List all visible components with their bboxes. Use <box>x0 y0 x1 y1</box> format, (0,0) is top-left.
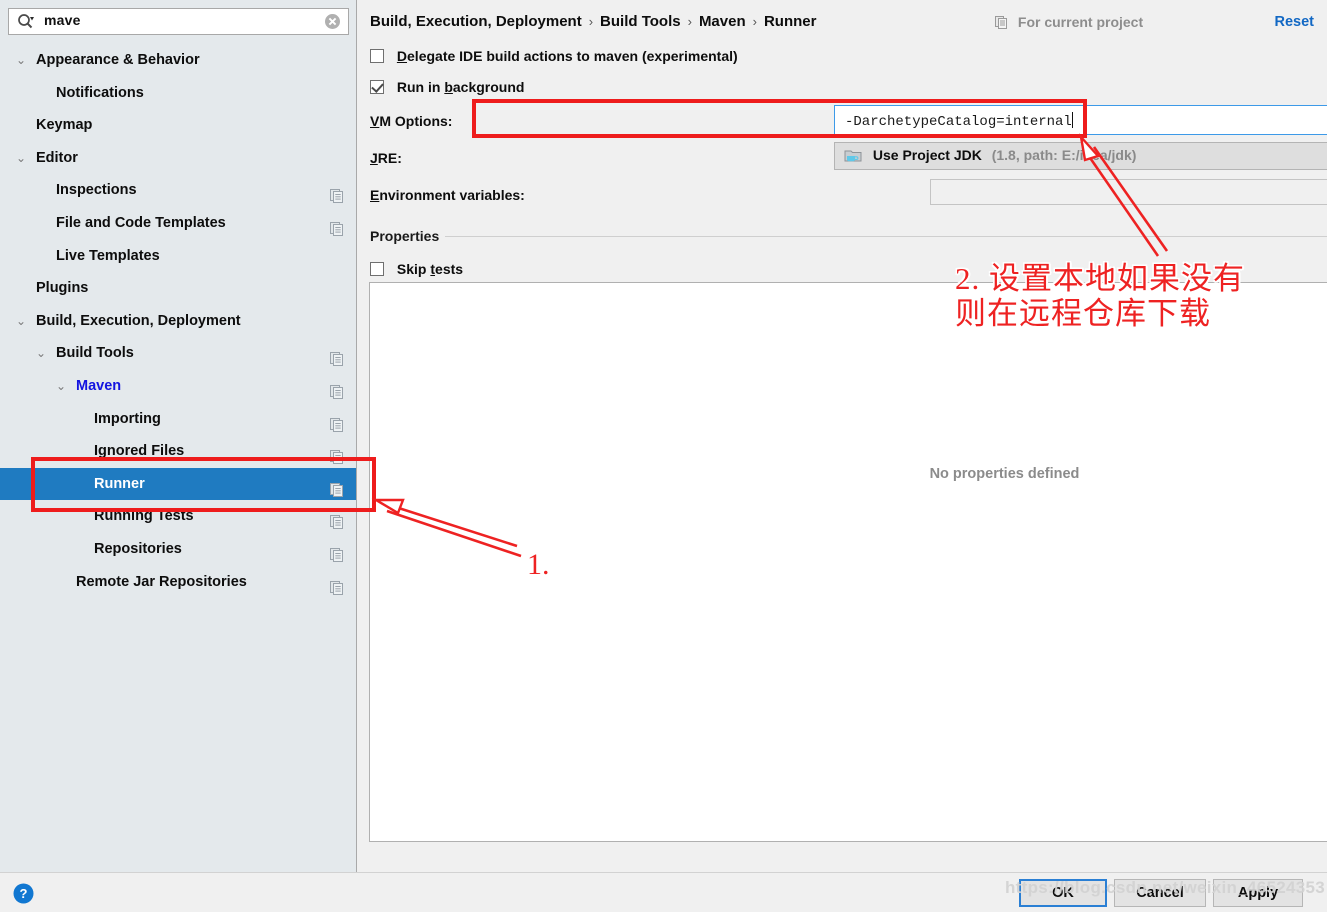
copy-icon[interactable] <box>330 509 344 530</box>
sidebar-item-file-and-code-templates[interactable]: File and Code Templates <box>0 207 356 240</box>
jre-value: Use Project JDK <box>872 147 982 163</box>
sidebar-item-label: Runner <box>94 475 145 492</box>
sidebar-item-plugins[interactable]: Plugins <box>0 272 356 305</box>
sidebar-item-label: Running Tests <box>94 508 194 525</box>
chevron-down-icon[interactable]: ⌄ <box>14 305 28 338</box>
breadcrumb-item[interactable]: Runner <box>764 13 817 30</box>
sidebar-item-importing[interactable]: Importing <box>0 403 356 436</box>
chevron-down-icon[interactable]: ⌄ <box>14 142 28 175</box>
settings-sidebar: mave ⌄ Appearance & Behavior Notifications… <box>0 0 357 872</box>
run-in-background-checkbox[interactable] <box>370 80 384 94</box>
settings-main-panel: Build, Execution, Deployment › Build Tools… <box>358 0 1327 872</box>
settings-tree[interactable]: ⌄ Appearance & Behavior Notifications Keyma… <box>0 44 356 598</box>
delegate-ide-build-checkbox[interactable] <box>370 49 384 63</box>
breadcrumb-item[interactable]: Maven <box>699 13 746 30</box>
copy-icon[interactable] <box>330 379 344 399</box>
breadcrumb-separator: › <box>687 14 692 29</box>
sidebar-item-label: Ignored Files <box>94 443 185 460</box>
skip-tests-checkbox[interactable] <box>370 262 384 276</box>
sidebar-item-ignored-files[interactable]: Ignored Files <box>0 435 356 468</box>
properties-section-title: Properties <box>370 228 440 244</box>
sidebar-item-label: Importing <box>94 410 161 427</box>
sidebar-item-maven[interactable]: ⌄ Maven <box>0 370 356 403</box>
copy-icon[interactable] <box>330 183 344 204</box>
copy-icon[interactable] <box>330 444 344 465</box>
breadcrumb-separator: › <box>752 14 757 29</box>
sidebar-item-label: Build Tools <box>56 345 134 362</box>
sidebar-item-running-tests[interactable]: Running Tests <box>0 500 356 533</box>
copy-icon[interactable] <box>330 412 344 432</box>
chevron-down-icon[interactable]: ⌄ <box>34 337 48 370</box>
svg-text:?: ? <box>20 886 28 901</box>
empty-properties-message: No properties defined <box>929 466 1080 482</box>
vm-options-label: VM Options: <box>370 113 453 129</box>
sidebar-item-label: Appearance & Behavior <box>36 52 200 68</box>
vm-options-value: -DarchetypeCatalog=internal <box>845 112 1073 130</box>
breadcrumb-item[interactable]: Build Tools <box>600 13 681 30</box>
sidebar-item-label: Live Templates <box>56 247 160 264</box>
sidebar-item-label: Inspections <box>56 182 137 199</box>
copy-icon[interactable] <box>330 346 344 367</box>
clear-icon[interactable] <box>324 13 341 30</box>
search-value: mave <box>44 12 81 28</box>
chevron-down-icon[interactable]: ⌄ <box>14 44 28 77</box>
run-in-background-checkbox-row[interactable]: Run in background <box>370 79 524 95</box>
sidebar-item-label: Notifications <box>56 84 144 101</box>
sidebar-item-build-execution-deployment[interactable]: ⌄ Build, Execution, Deployment <box>0 305 356 338</box>
scope-label: For current project <box>1017 14 1144 30</box>
sidebar-item-keymap[interactable]: Keymap <box>0 109 356 142</box>
sidebar-item-label: Editor <box>36 149 78 166</box>
sidebar-item-editor[interactable]: ⌄ Editor <box>0 142 356 175</box>
jre-detail: (1.8, path: E:/idea/jdk) <box>991 147 1137 163</box>
breadcrumb-item[interactable]: Build, Execution, Deployment <box>370 13 582 30</box>
sidebar-item-runner[interactable]: Runner <box>0 467 356 501</box>
skip-tests-label: Skip tests <box>396 261 464 277</box>
breadcrumb[interactable]: Build, Execution, Deployment › Build Tools… <box>370 13 816 30</box>
delegate-ide-build-checkbox-row[interactable]: Delegate IDE build actions to maven (exp… <box>370 48 738 64</box>
run-in-background-label: Run in background <box>396 79 525 95</box>
env-variables-input[interactable] <box>930 179 1327 205</box>
copy-icon <box>995 16 1008 32</box>
sidebar-item-notifications[interactable]: Notifications <box>0 77 356 110</box>
sidebar-item-appearance-behavior[interactable]: ⌄ Appearance & Behavior <box>0 44 356 77</box>
copy-icon[interactable] <box>330 216 344 236</box>
help-icon[interactable]: ? <box>13 883 34 904</box>
sidebar-item-label: File and Code Templates <box>56 214 226 231</box>
sidebar-item-label: Keymap <box>36 117 93 134</box>
jre-dropdown[interactable]: Use Project JDK (1.8, path: E:/idea/jdk) <box>834 142 1327 170</box>
sidebar-item-build-tools[interactable]: ⌄ Build Tools <box>0 337 356 370</box>
sidebar-item-label: Remote Jar Repositories <box>76 573 247 590</box>
chevron-down-icon[interactable]: ⌄ <box>54 370 68 403</box>
watermark: https://blog.csdn.net/weixin_46524353 <box>1005 878 1326 897</box>
reset-link[interactable]: Reset <box>1275 14 1315 30</box>
env-variables-label: Environment variables: <box>370 187 525 203</box>
scope-indicator: For current project <box>995 14 1143 32</box>
sidebar-item-live-templates[interactable]: Live Templates <box>0 240 356 273</box>
copy-icon[interactable] <box>330 542 344 562</box>
jre-label: JRE: <box>370 150 402 166</box>
search-field-wrapper[interactable]: mave <box>8 8 349 35</box>
properties-table[interactable]: No properties defined <box>369 282 1327 842</box>
sidebar-item-label: Build, Execution, Deployment <box>36 312 241 329</box>
sidebar-item-label: Repositories <box>94 540 182 557</box>
properties-divider <box>445 236 1327 237</box>
jdk-folder-icon <box>844 148 862 166</box>
sidebar-item-repositories[interactable]: Repositories <box>0 533 356 566</box>
sidebar-item-inspections[interactable]: Inspections <box>0 174 356 207</box>
breadcrumb-separator: › <box>588 14 594 29</box>
skip-tests-checkbox-row[interactable]: Skip tests <box>370 261 463 277</box>
delegate-ide-build-label: Delegate IDE build actions to maven (exp… <box>396 48 738 64</box>
search-icon[interactable] <box>17 13 34 30</box>
sidebar-item-remote-jar-repositories[interactable]: Remote Jar Repositories <box>0 566 356 599</box>
copy-icon[interactable] <box>330 477 344 497</box>
vm-options-input[interactable]: -DarchetypeCatalog=internal <box>834 105 1327 135</box>
copy-icon[interactable] <box>330 575 344 595</box>
sidebar-item-label: Maven <box>76 377 122 394</box>
sidebar-item-label: Plugins <box>36 280 89 297</box>
